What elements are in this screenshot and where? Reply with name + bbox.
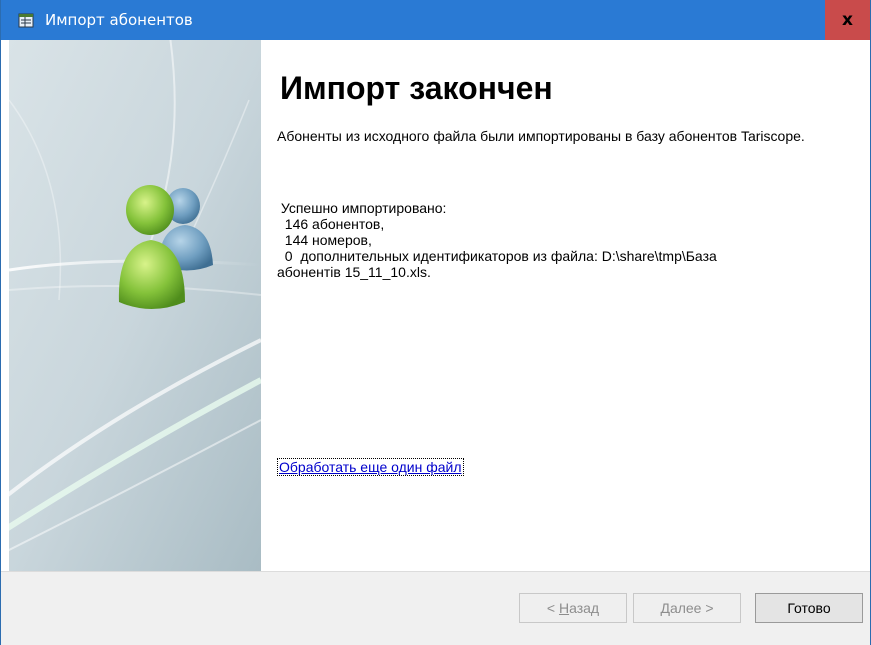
page-title: Импорт закончен <box>280 70 553 106</box>
results-line: абонентів 15_11_10.xls. <box>277 264 431 280</box>
close-button[interactable]: x <box>825 0 870 40</box>
close-icon: x <box>842 10 853 30</box>
import-description: Абоненты из исходного файла были импорти… <box>277 128 805 144</box>
back-button-label: азад <box>569 600 600 616</box>
import-app-icon <box>18 13 34 28</box>
finish-button-label: Готово <box>787 600 831 616</box>
window-title: Импорт абонентов <box>45 11 193 29</box>
finish-button[interactable]: Готово <box>755 593 863 623</box>
back-button-prefix: < <box>546 600 559 616</box>
results-line: 0 дополнительных идентификаторов из файл… <box>277 248 717 264</box>
wizard-sidebar-banner <box>9 40 261 571</box>
wizard-content: Импорт закончен Абоненты из исходного фа… <box>261 40 870 571</box>
import-wizard-window: Импорт абонентов x Импорт закончен Абоне… <box>0 0 871 645</box>
next-button-accel: Д <box>660 600 670 616</box>
next-button[interactable]: Далее > <box>633 593 741 623</box>
results-line: 144 номеров, <box>277 232 372 248</box>
import-results: Успешно импортировано: 146 абонентов, 14… <box>277 200 837 280</box>
results-line: Успешно импортировано: <box>277 200 447 216</box>
results-line: 146 абонентов, <box>277 216 385 232</box>
title-bar[interactable]: Импорт абонентов x <box>1 0 870 40</box>
sidebar-artwork <box>9 40 261 571</box>
back-button-accel: Н <box>558 600 570 616</box>
process-another-file-link[interactable]: Обработать еще один файл <box>277 458 464 476</box>
wizard-footer: < Назад Далее > Готово <box>1 571 870 645</box>
next-button-label: алее > <box>669 600 714 616</box>
back-button[interactable]: < Назад <box>519 593 627 623</box>
